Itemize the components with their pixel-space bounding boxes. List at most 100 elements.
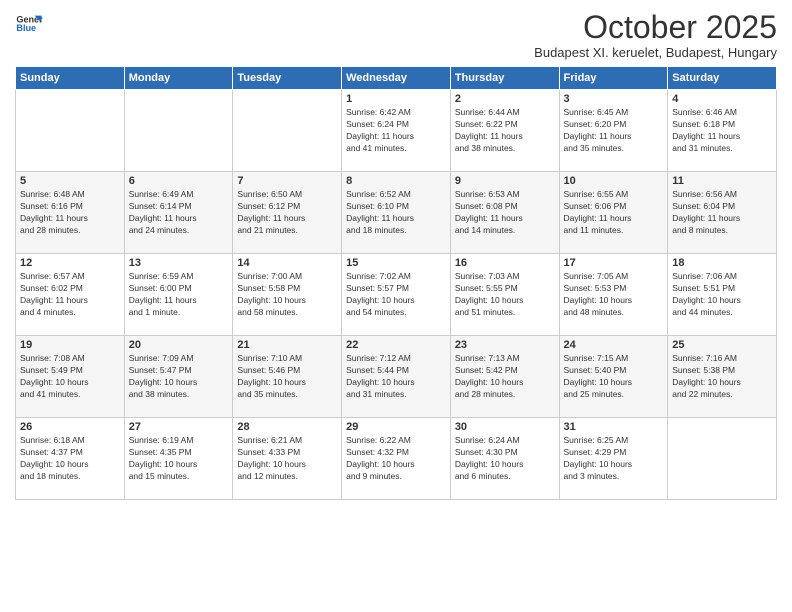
header: General Blue October 2025 Budapest XI. k… — [15, 10, 777, 60]
table-row: 13 Sunrise: 6:59 AM Sunset: 6:00 PM Dayli… — [124, 254, 233, 336]
day-number: 20 — [129, 339, 229, 351]
day-info: Sunrise: 6:53 AM Sunset: 6:08 PM Dayligh… — [455, 189, 555, 237]
day-info: Sunrise: 6:25 AM Sunset: 4:29 PM Dayligh… — [564, 435, 664, 483]
table-row: 5 Sunrise: 6:48 AM Sunset: 6:16 PM Daylig… — [16, 172, 125, 254]
week-row-1: 5 Sunrise: 6:48 AM Sunset: 6:16 PM Daylig… — [16, 172, 777, 254]
table-row: 16 Sunrise: 7:03 AM Sunset: 5:55 PM Dayli… — [450, 254, 559, 336]
table-row: 28Sunrise: 6:21 AM Sunset: 4:33 PM Dayli… — [233, 418, 342, 500]
logo: General Blue — [15, 10, 43, 38]
day-info: Sunrise: 6:56 AM Sunset: 6:04 PM Dayligh… — [672, 189, 772, 237]
day-number: 24 — [564, 339, 664, 351]
day-number: 9 — [455, 175, 555, 187]
col-friday: Friday — [559, 67, 668, 90]
table-row: 6Sunrise: 6:49 AM Sunset: 6:14 PM Daylig… — [124, 172, 233, 254]
day-number: 28 — [237, 421, 337, 433]
col-tuesday: Tuesday — [233, 67, 342, 90]
calendar-table: Sunday Monday Tuesday Wednesday Thursday… — [15, 66, 777, 500]
day-info: Sunrise: 6:24 AM Sunset: 4:30 PM Dayligh… — [455, 435, 555, 483]
table-row: 1 Sunrise: 6:42 AM Sunset: 6:24 PM Daylig… — [342, 90, 451, 172]
table-row: 8 Sunrise: 6:52 AM Sunset: 6:10 PM Daylig… — [342, 172, 451, 254]
table-row: 27 Sunrise: 6:19 AM Sunset: 4:35 PM Dayli… — [124, 418, 233, 500]
col-wednesday: Wednesday — [342, 67, 451, 90]
day-number: 31 — [564, 421, 664, 433]
day-number: 15 — [346, 257, 446, 269]
table-row — [233, 90, 342, 172]
day-info: Sunrise: 7:16 AM Sunset: 5:38 PM Dayligh… — [672, 353, 772, 401]
page-container: General Blue October 2025 Budapest XI. k… — [0, 0, 792, 505]
location: Budapest XI. keruelet, Budapest, Hungary — [534, 45, 777, 60]
day-info: Sunrise: 6:46 AM Sunset: 6:18 PM Dayligh… — [672, 107, 772, 155]
day-number: 27 — [129, 421, 229, 433]
day-info: Sunrise: 6:44 AM Sunset: 6:22 PM Dayligh… — [455, 107, 555, 155]
day-info: Sunrise: 6:49 AM Sunset: 6:14 PM Dayligh… — [129, 189, 229, 237]
week-row-2: 12Sunrise: 6:57 AM Sunset: 6:02 PM Dayli… — [16, 254, 777, 336]
day-number: 26 — [20, 421, 120, 433]
table-row: 23Sunrise: 7:13 AM Sunset: 5:42 PM Dayli… — [450, 336, 559, 418]
day-info: Sunrise: 7:12 AM Sunset: 5:44 PM Dayligh… — [346, 353, 446, 401]
day-info: Sunrise: 6:42 AM Sunset: 6:24 PM Dayligh… — [346, 107, 446, 155]
day-number: 23 — [455, 339, 555, 351]
day-info: Sunrise: 6:55 AM Sunset: 6:06 PM Dayligh… — [564, 189, 664, 237]
day-number: 18 — [672, 257, 772, 269]
day-number: 8 — [346, 175, 446, 187]
table-row: 29 Sunrise: 6:22 AM Sunset: 4:32 PM Dayli… — [342, 418, 451, 500]
day-info: Sunrise: 7:02 AM Sunset: 5:57 PM Dayligh… — [346, 271, 446, 319]
day-info: Sunrise: 6:19 AM Sunset: 4:35 PM Dayligh… — [129, 435, 229, 483]
table-row: 12Sunrise: 6:57 AM Sunset: 6:02 PM Dayli… — [16, 254, 125, 336]
table-row — [668, 418, 777, 500]
col-sunday: Sunday — [16, 67, 125, 90]
table-row: 19Sunrise: 7:08 AM Sunset: 5:49 PM Dayli… — [16, 336, 125, 418]
table-row — [124, 90, 233, 172]
table-row: 14Sunrise: 7:00 AM Sunset: 5:58 PM Dayli… — [233, 254, 342, 336]
day-number: 3 — [564, 93, 664, 105]
day-info: Sunrise: 7:10 AM Sunset: 5:46 PM Dayligh… — [237, 353, 337, 401]
day-number: 11 — [672, 175, 772, 187]
day-info: Sunrise: 6:45 AM Sunset: 6:20 PM Dayligh… — [564, 107, 664, 155]
day-number: 16 — [455, 257, 555, 269]
table-row: 18 Sunrise: 7:06 AM Sunset: 5:51 PM Dayli… — [668, 254, 777, 336]
logo-icon: General Blue — [15, 10, 43, 38]
day-number: 14 — [237, 257, 337, 269]
table-row: 15 Sunrise: 7:02 AM Sunset: 5:57 PM Dayli… — [342, 254, 451, 336]
day-number: 10 — [564, 175, 664, 187]
table-row: 2 Sunrise: 6:44 AM Sunset: 6:22 PM Daylig… — [450, 90, 559, 172]
table-row: 30 Sunrise: 6:24 AM Sunset: 4:30 PM Dayli… — [450, 418, 559, 500]
table-row: 17Sunrise: 7:05 AM Sunset: 5:53 PM Dayli… — [559, 254, 668, 336]
table-row: 22 Sunrise: 7:12 AM Sunset: 5:44 PM Dayli… — [342, 336, 451, 418]
table-row: 26Sunrise: 6:18 AM Sunset: 4:37 PM Dayli… — [16, 418, 125, 500]
day-info: Sunrise: 7:09 AM Sunset: 5:47 PM Dayligh… — [129, 353, 229, 401]
day-number: 29 — [346, 421, 446, 433]
col-monday: Monday — [124, 67, 233, 90]
header-row: Sunday Monday Tuesday Wednesday Thursday… — [16, 67, 777, 90]
day-number: 25 — [672, 339, 772, 351]
table-row: 10 Sunrise: 6:55 AM Sunset: 6:06 PM Dayli… — [559, 172, 668, 254]
day-number: 21 — [237, 339, 337, 351]
title-block: October 2025 Budapest XI. keruelet, Buda… — [534, 10, 777, 60]
table-row: 24Sunrise: 7:15 AM Sunset: 5:40 PM Dayli… — [559, 336, 668, 418]
table-row — [16, 90, 125, 172]
day-info: Sunrise: 7:06 AM Sunset: 5:51 PM Dayligh… — [672, 271, 772, 319]
table-row: 7Sunrise: 6:50 AM Sunset: 6:12 PM Daylig… — [233, 172, 342, 254]
col-saturday: Saturday — [668, 67, 777, 90]
day-info: Sunrise: 6:48 AM Sunset: 6:16 PM Dayligh… — [20, 189, 120, 237]
table-row: 25 Sunrise: 7:16 AM Sunset: 5:38 PM Dayli… — [668, 336, 777, 418]
day-number: 13 — [129, 257, 229, 269]
day-number: 30 — [455, 421, 555, 433]
day-info: Sunrise: 7:03 AM Sunset: 5:55 PM Dayligh… — [455, 271, 555, 319]
day-number: 1 — [346, 93, 446, 105]
day-number: 2 — [455, 93, 555, 105]
day-info: Sunrise: 6:52 AM Sunset: 6:10 PM Dayligh… — [346, 189, 446, 237]
day-info: Sunrise: 6:22 AM Sunset: 4:32 PM Dayligh… — [346, 435, 446, 483]
table-row: 21 Sunrise: 7:10 AM Sunset: 5:46 PM Dayli… — [233, 336, 342, 418]
day-info: Sunrise: 6:59 AM Sunset: 6:00 PM Dayligh… — [129, 271, 229, 319]
day-number: 5 — [20, 175, 120, 187]
day-info: Sunrise: 7:08 AM Sunset: 5:49 PM Dayligh… — [20, 353, 120, 401]
day-info: Sunrise: 6:57 AM Sunset: 6:02 PM Dayligh… — [20, 271, 120, 319]
week-row-4: 26Sunrise: 6:18 AM Sunset: 4:37 PM Dayli… — [16, 418, 777, 500]
day-info: Sunrise: 7:05 AM Sunset: 5:53 PM Dayligh… — [564, 271, 664, 319]
table-row: 4Sunrise: 6:46 AM Sunset: 6:18 PM Daylig… — [668, 90, 777, 172]
table-row: 3 Sunrise: 6:45 AM Sunset: 6:20 PM Daylig… — [559, 90, 668, 172]
day-number: 7 — [237, 175, 337, 187]
svg-text:Blue: Blue — [16, 23, 36, 33]
day-number: 22 — [346, 339, 446, 351]
